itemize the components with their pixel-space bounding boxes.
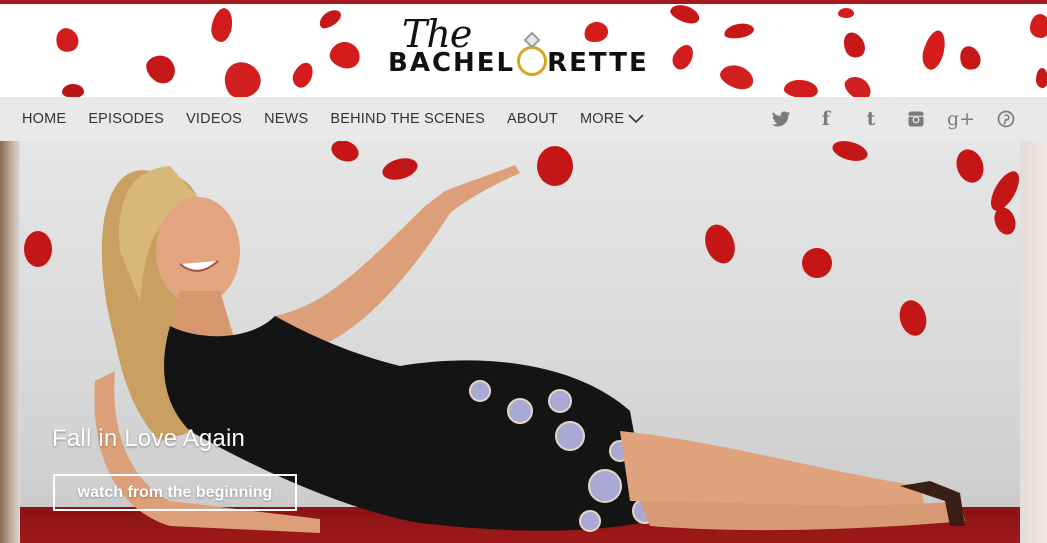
watch-from-beginning-button[interactable]: watch from the beginning bbox=[53, 474, 297, 511]
nav-item-behind-the-scenes[interactable]: BEHIND THE SCENES bbox=[330, 111, 485, 127]
chevron-down-icon bbox=[628, 114, 644, 124]
rose-petal-decoration bbox=[717, 60, 757, 94]
rose-petal-decoration bbox=[956, 43, 984, 73]
rose-petal-decoration bbox=[62, 84, 84, 97]
rose-petal-decoration bbox=[1036, 68, 1047, 88]
rose-petal-decoration bbox=[209, 6, 235, 44]
google-plus-icon[interactable]: g+ bbox=[946, 107, 976, 130]
nav-item-videos[interactable]: VIDEOS bbox=[186, 111, 242, 127]
rose-petal-decoration bbox=[668, 41, 698, 73]
rose-petal-decoration bbox=[840, 71, 876, 97]
rose-petal-decoration bbox=[668, 4, 702, 27]
nav-item-more-label: MORE bbox=[579, 111, 625, 127]
ring-icon bbox=[517, 46, 547, 76]
nav-item-home[interactable]: HOME bbox=[22, 111, 66, 127]
nav-item-more[interactable]: MORE bbox=[580, 111, 644, 127]
nav-menu: HOME EPISODES VIDEOS NEWS BEHIND THE SCE… bbox=[22, 97, 666, 141]
rose-petal-decoration bbox=[783, 78, 819, 97]
rose-petal-decoration bbox=[919, 28, 949, 72]
rose-petal-decoration bbox=[839, 28, 869, 62]
nav-item-episodes[interactable]: EPISODES bbox=[88, 111, 164, 127]
twitter-icon[interactable] bbox=[770, 108, 792, 130]
social-links: f t g+ bbox=[747, 97, 1017, 141]
nav-item-about[interactable]: ABOUT bbox=[507, 111, 558, 127]
rose-petal-decoration bbox=[289, 59, 317, 91]
tumblr-icon[interactable]: t bbox=[860, 108, 882, 130]
show-logo[interactable]: The BACHEL RETTE bbox=[384, 10, 656, 92]
hero-title: Fall in Love Again bbox=[52, 425, 246, 452]
rose-petal-decoration bbox=[316, 6, 344, 32]
nav-item-news[interactable]: NEWS bbox=[264, 111, 308, 127]
google-plus-glyph: g+ bbox=[946, 107, 976, 130]
rose-petal-decoration bbox=[838, 8, 854, 18]
rose-petal-decoration bbox=[217, 55, 267, 97]
facebook-glyph: f bbox=[821, 107, 831, 130]
site-header: The BACHEL RETTE bbox=[0, 0, 1047, 97]
main-navigation: HOME EPISODES VIDEOS NEWS BEHIND THE SCE… bbox=[0, 97, 1047, 141]
rose-petal-decoration bbox=[52, 24, 82, 56]
hero-carousel: Fall in Love Again watch from the beginn… bbox=[0, 141, 1047, 543]
rose-petal-decoration bbox=[141, 49, 181, 89]
instagram-icon[interactable] bbox=[905, 108, 927, 130]
tumblr-glyph: t bbox=[866, 107, 876, 130]
facebook-icon[interactable]: f bbox=[815, 108, 837, 130]
rose-petal-decoration bbox=[723, 21, 755, 41]
pinterest-icon[interactable] bbox=[995, 108, 1017, 130]
rose-petal-decoration bbox=[1030, 14, 1047, 38]
rose-petal-decoration bbox=[327, 38, 363, 72]
